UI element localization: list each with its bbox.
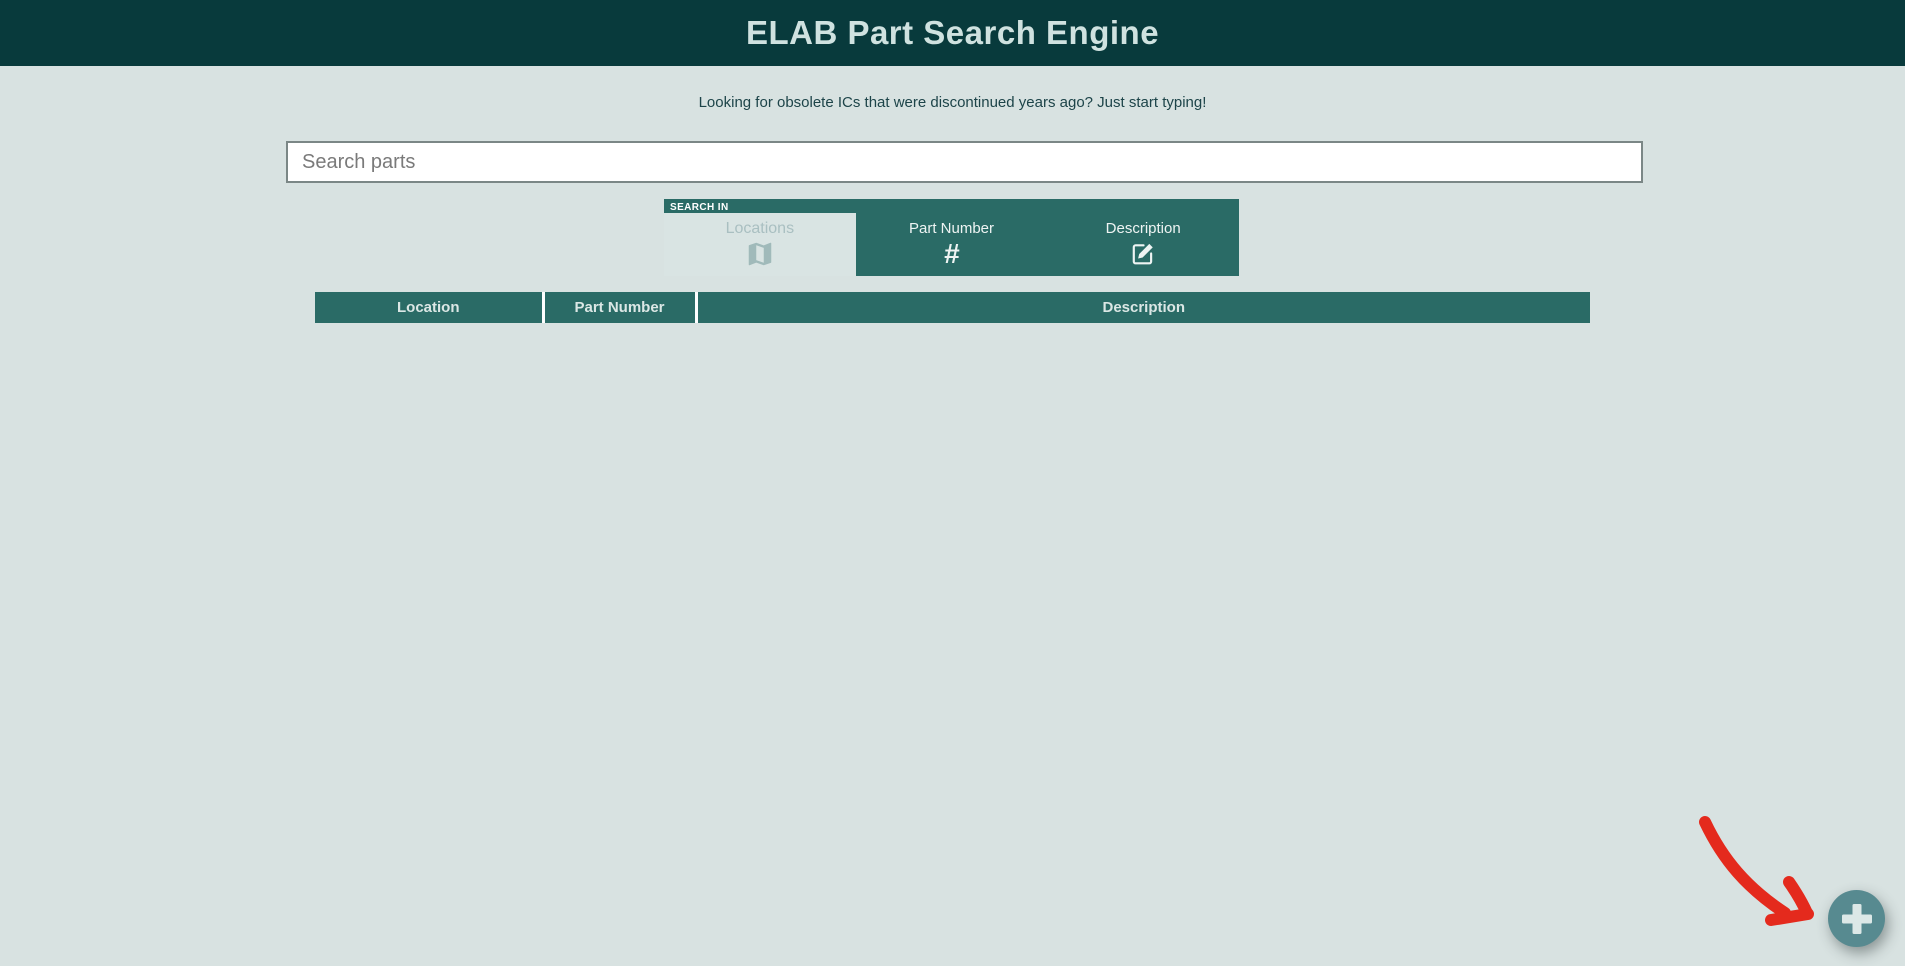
page-title: ELAB Part Search Engine (746, 14, 1159, 52)
tab-locations-label: Locations (726, 221, 795, 237)
search-in-panel: SEARCH IN Locations Part Number # Descri… (664, 199, 1239, 276)
subtitle: Looking for obsolete ICs that were disco… (0, 94, 1905, 111)
plus-icon (1840, 902, 1874, 936)
results-table: Location Part Number Description (315, 292, 1590, 323)
hashtag-icon: # (944, 239, 960, 269)
column-header-part-number: Part Number (543, 292, 696, 323)
search-in-tabs: Locations Part Number # Description (664, 213, 1239, 276)
page: ELAB Part Search Engine Looking for obso… (0, 0, 1905, 966)
search-bar (286, 141, 1643, 183)
tab-part-number[interactable]: Part Number # (856, 213, 1048, 276)
results-table-header: Location Part Number Description (315, 292, 1590, 323)
tab-locations[interactable]: Locations (664, 213, 856, 276)
column-header-location: Location (315, 292, 543, 323)
edit-icon (1130, 239, 1156, 269)
hand-drawn-arrow (1693, 810, 1825, 930)
tab-part-number-label: Part Number (909, 221, 994, 237)
search-input[interactable] (286, 141, 1643, 183)
add-part-button[interactable] (1828, 890, 1885, 947)
column-header-description: Description (696, 292, 1590, 323)
search-in-label: SEARCH IN (664, 199, 1239, 213)
app-header: ELAB Part Search Engine (0, 0, 1905, 66)
tab-description[interactable]: Description (1047, 213, 1239, 276)
tab-description-label: Description (1106, 221, 1181, 237)
table-header-row: Location Part Number Description (315, 292, 1590, 323)
map-icon (745, 239, 775, 269)
